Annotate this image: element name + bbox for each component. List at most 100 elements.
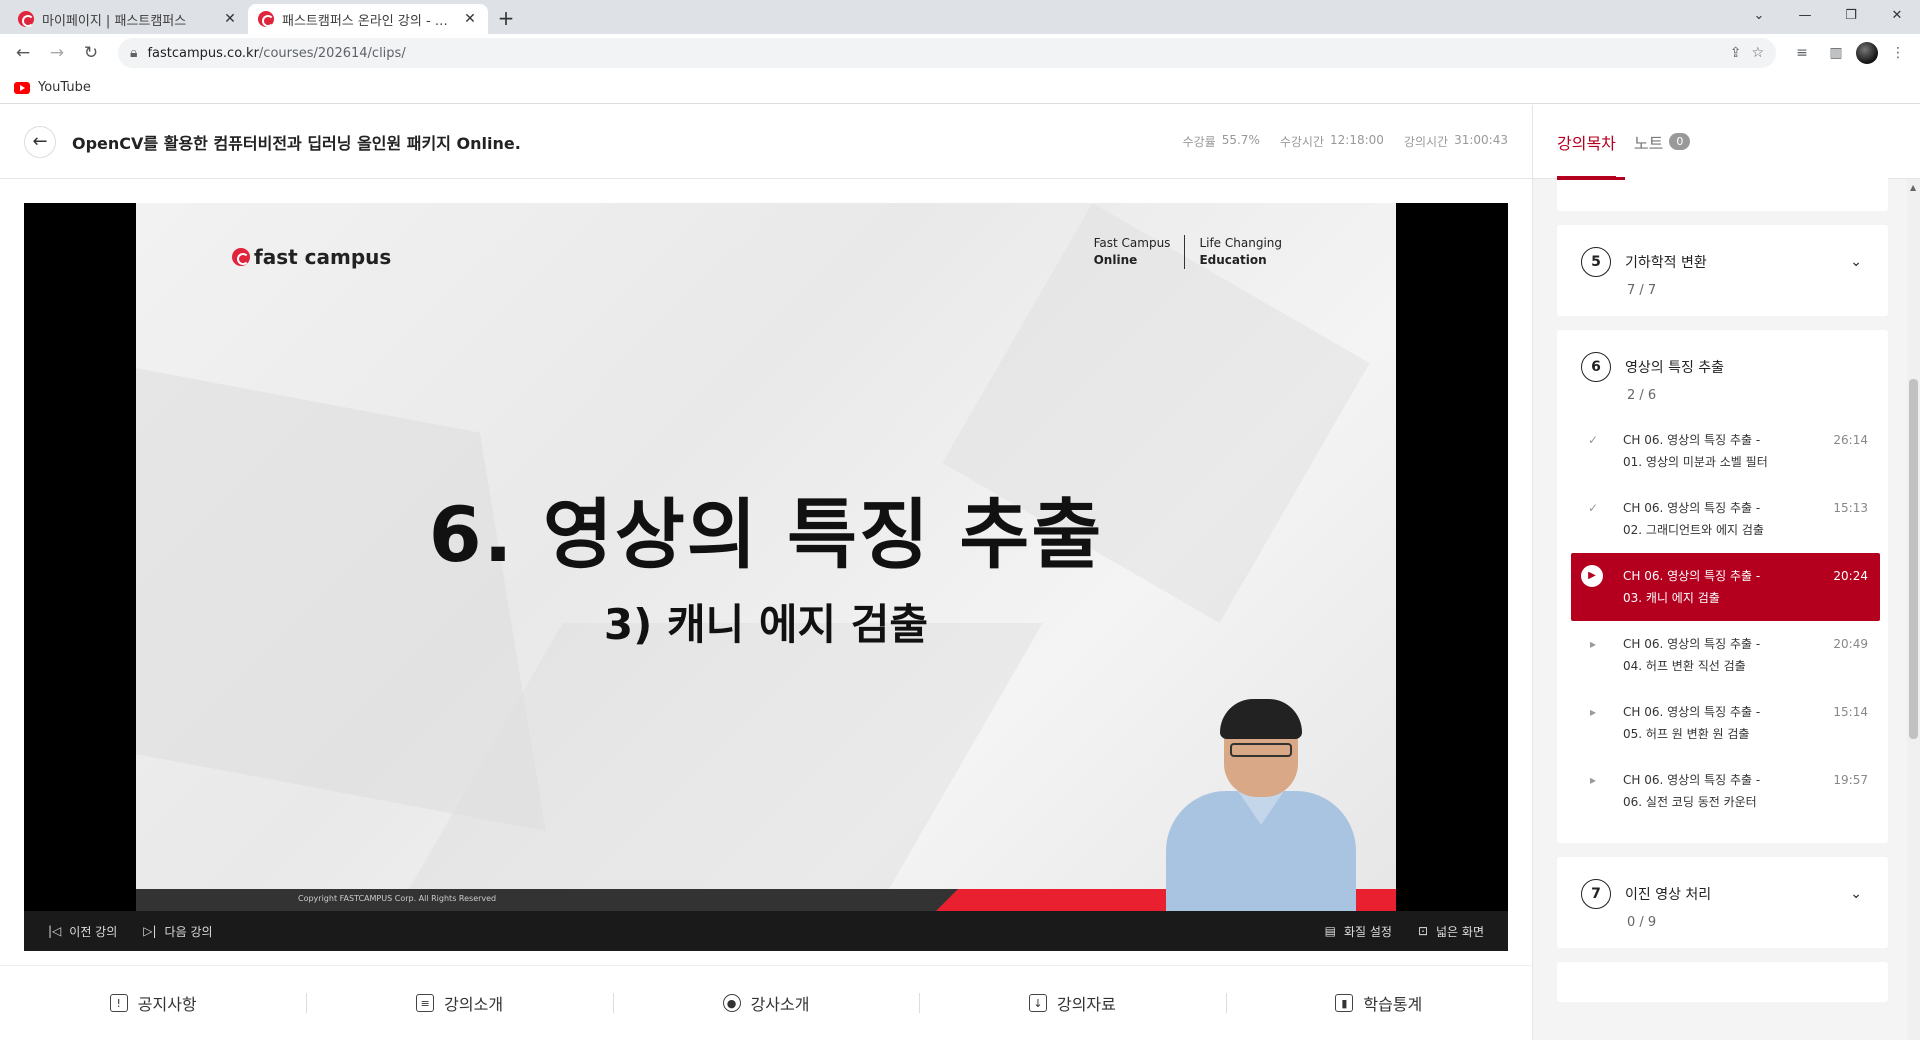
youtube-icon <box>14 81 30 94</box>
tab-notice[interactable]: ! 공지사항 <box>0 991 306 1015</box>
fastcampus-logo-icon <box>232 248 250 266</box>
browser-tab-lecture[interactable]: 패스트캠퍼스 온라인 강의 - 영상 시청 ✕ <box>248 4 488 34</box>
lesson-item[interactable]: ▸ CH 06. 영상의 특징 추출 - 06. 실전 코딩 동전 카운터 19:… <box>1571 757 1880 825</box>
chapter-title: 기하학적 변환 <box>1625 255 1707 271</box>
stat-value: 55.7% <box>1221 133 1260 147</box>
lesson-item[interactable]: ✓ CH 06. 영상의 특징 추출 - 02. 그래디언트와 에지 검출 15:… <box>1571 485 1880 553</box>
bookmark-star-icon[interactable]: ☆ <box>1751 45 1764 61</box>
tab-label: 강의자료 <box>1056 995 1116 1014</box>
skip-previous-icon: |◁ <box>48 924 62 938</box>
quality-icon: ▤ <box>1324 924 1336 938</box>
lesson-duration: 19:57 <box>1833 773 1868 787</box>
prev-lecture-button[interactable]: |◁ 이전 강의 <box>48 923 117 940</box>
restore-icon[interactable]: ❐ <box>1828 0 1874 30</box>
chevron-down-icon[interactable]: ⌄ <box>1850 254 1862 270</box>
next-lecture-button[interactable]: ▷| 다음 강의 <box>143 923 212 940</box>
tab-notes[interactable]: 노트 0 <box>1634 105 1691 179</box>
chevron-down-icon[interactable]: ⌄ <box>1850 886 1862 902</box>
play-triangle-icon: ▸ <box>1589 637 1597 651</box>
chapter-list: 5 기하학적 변환 ⌄ 7 / 7 6 영상의 특징 추출 2 / 6 ✓ CH… <box>1533 177 1908 1016</box>
close-tab-icon[interactable]: ✕ <box>462 11 478 27</box>
video-frame[interactable]: fast campus Fast Campus Online Life Chang… <box>136 203 1396 911</box>
tab-materials[interactable]: ↓ 강의자료 <box>919 991 1225 1015</box>
quality-settings-button[interactable]: ▤ 화질 설정 <box>1325 923 1392 940</box>
lesson-duration: 15:14 <box>1833 705 1868 719</box>
lesson-title: CH 06. 영상의 특징 추출 - <box>1623 433 1761 447</box>
sidebar-scrollbar[interactable]: ▲ <box>1907 179 1920 1040</box>
scrollbar-thumb[interactable] <box>1909 379 1918 739</box>
minimize-icon[interactable]: — <box>1782 0 1828 30</box>
address-bar[interactable]: 🔒︎ fastcampus.co.kr/courses/202614/clips… <box>118 38 1776 68</box>
lesson-duration: 26:14 <box>1833 433 1868 447</box>
back-arrow-icon[interactable]: ← <box>8 38 38 68</box>
lesson-title: 02. 그래디언트와 에지 검출 <box>1623 523 1764 537</box>
lesson-title: CH 06. 영상의 특징 추출 - <box>1623 705 1761 719</box>
chapter-card[interactable]: 7 이진 영상 처리 ⌄ 0 / 9 <box>1557 857 1888 948</box>
stat-label: 강의시간 <box>1403 135 1449 149</box>
reload-icon[interactable]: ↻ <box>76 38 106 68</box>
course-title: OpenCV를 활용한 컴퓨터비전과 딥러닝 올인원 패키지 Online. <box>72 133 521 153</box>
lesson-item[interactable]: ✓ CH 06. 영상의 특징 추출 - 01. 영상의 미분과 소벨 필터 26… <box>1571 417 1880 485</box>
lesson-title: CH 06. 영상의 특징 추출 - <box>1623 637 1761 651</box>
share-icon[interactable]: ⇪ <box>1730 45 1742 61</box>
play-icon: ▶ <box>1581 565 1603 587</box>
lesson-title: 04. 허프 변환 직선 검출 <box>1623 659 1746 673</box>
tab-table-of-contents[interactable]: 강의목차 <box>1557 105 1616 179</box>
scroll-up-icon[interactable]: ▲ <box>1910 183 1916 192</box>
course-header: ← OpenCV를 활용한 컴퓨터비전과 딥러닝 올인원 패키지 Online.… <box>0 105 1532 179</box>
tagline-text: Education <box>1199 253 1267 267</box>
menu-kebab-icon[interactable]: ⋮ <box>1884 39 1912 67</box>
chapter-number: 5 <box>1581 247 1611 277</box>
logo-text: fast campus <box>254 245 392 269</box>
tab-label: 강의소개 <box>444 995 504 1014</box>
sidebar-tabs: 강의목차 노트 0 <box>1533 105 1920 179</box>
lecture-page: ← OpenCV를 활용한 컴퓨터비전과 딥러닝 올인원 패키지 Online.… <box>0 105 1920 1040</box>
new-tab-button[interactable]: + <box>492 4 520 32</box>
reading-list-icon[interactable]: ≡ <box>1788 39 1816 67</box>
main-area: ← OpenCV를 활용한 컴퓨터비전과 딥러닝 올인원 패키지 Online.… <box>0 105 1532 1040</box>
tab-title: 패스트캠퍼스 온라인 강의 - 영상 시청 <box>282 13 454 29</box>
curriculum-sidebar: 강의목차 노트 0 5 기하학적 변환 ⌄ 7 / 7 6 영상의 특징 추출 2… <box>1532 105 1920 1040</box>
tab-course-intro[interactable]: ≡ 강의소개 <box>306 991 612 1015</box>
lock-icon[interactable]: 🔒︎ <box>130 45 137 61</box>
chapter-card-partial-bottom[interactable] <box>1557 962 1888 1002</box>
control-label: 다음 강의 <box>164 924 213 939</box>
close-window-icon[interactable]: ✕ <box>1874 0 1920 30</box>
wide-screen-icon: ⊡ <box>1417 924 1429 938</box>
wide-screen-button[interactable]: ⊡ 넓은 화면 <box>1418 923 1484 940</box>
forward-arrow-icon[interactable]: → <box>42 38 72 68</box>
lesson-item-current[interactable]: ▶ CH 06. 영상의 특징 추출 - 03. 캐니 에지 검출 20:24 <box>1571 553 1880 621</box>
lesson-item[interactable]: ▸ CH 06. 영상의 특징 추출 - 04. 허프 변환 직선 검출 20:4… <box>1571 621 1880 689</box>
back-button[interactable]: ← <box>24 125 56 158</box>
tab-label: 강의목차 <box>1557 133 1616 153</box>
play-triangle-icon: ▸ <box>1589 773 1597 787</box>
stat-watch-time: 수강시간 12:18:00 <box>1280 133 1384 150</box>
tab-instructor[interactable]: ● 강사소개 <box>612 991 919 1015</box>
browser-tabbar: 마이페이지 | 패스트캠퍼스 ✕ 패스트캠퍼스 온라인 강의 - 영상 시청 ✕… <box>0 0 1920 34</box>
presenter-image <box>1146 691 1366 911</box>
lesson-list: ✓ CH 06. 영상의 특징 추출 - 01. 영상의 미분과 소벨 필터 26… <box>1571 417 1880 825</box>
chapter-card[interactable]: 5 기하학적 변환 ⌄ 7 / 7 <box>1557 225 1888 316</box>
tab-search-icon[interactable]: ⌄ <box>1736 0 1782 30</box>
slide-copyright: Copyright FASTCAMPUS Corp. All Rights Re… <box>298 894 497 903</box>
stat-lecture-time: 강의시간 31:00:43 <box>1404 133 1508 150</box>
skip-next-icon: ▷| <box>143 924 157 938</box>
side-panel-icon[interactable]: ▥ <box>1822 39 1850 67</box>
tab-statistics[interactable]: ▮ 학습통계 <box>1225 991 1532 1015</box>
close-tab-icon[interactable]: ✕ <box>222 11 238 27</box>
bookmarks-bar: YouTube <box>0 72 1920 104</box>
profile-avatar[interactable] <box>1856 42 1878 64</box>
lesson-title: CH 06. 영상의 특징 추출 - <box>1623 569 1761 583</box>
lesson-item[interactable]: ▸ CH 06. 영상의 특징 추출 - 05. 허프 원 변환 원 검출 15:… <box>1571 689 1880 757</box>
check-icon: ✓ <box>1587 433 1599 447</box>
browser-tab-mypage[interactable]: 마이페이지 | 패스트캠퍼스 ✕ <box>8 4 248 34</box>
stat-label: 수강시간 <box>1279 135 1325 149</box>
tagline-text: Online <box>1093 253 1138 267</box>
chapter-card[interactable]: 6 영상의 특징 추출 2 / 6 ✓ CH 06. 영상의 특징 추출 - 01… <box>1557 330 1888 843</box>
tab-label: 공지사항 <box>137 995 197 1014</box>
bookmark-youtube[interactable]: YouTube <box>38 80 91 95</box>
video-player[interactable]: fast campus Fast Campus Online Life Chang… <box>24 203 1508 951</box>
slide-title: 6. 영상의 특징 추출 <box>428 490 1104 579</box>
chapter-number: 6 <box>1581 352 1611 382</box>
lesson-duration: 20:49 <box>1833 637 1868 651</box>
